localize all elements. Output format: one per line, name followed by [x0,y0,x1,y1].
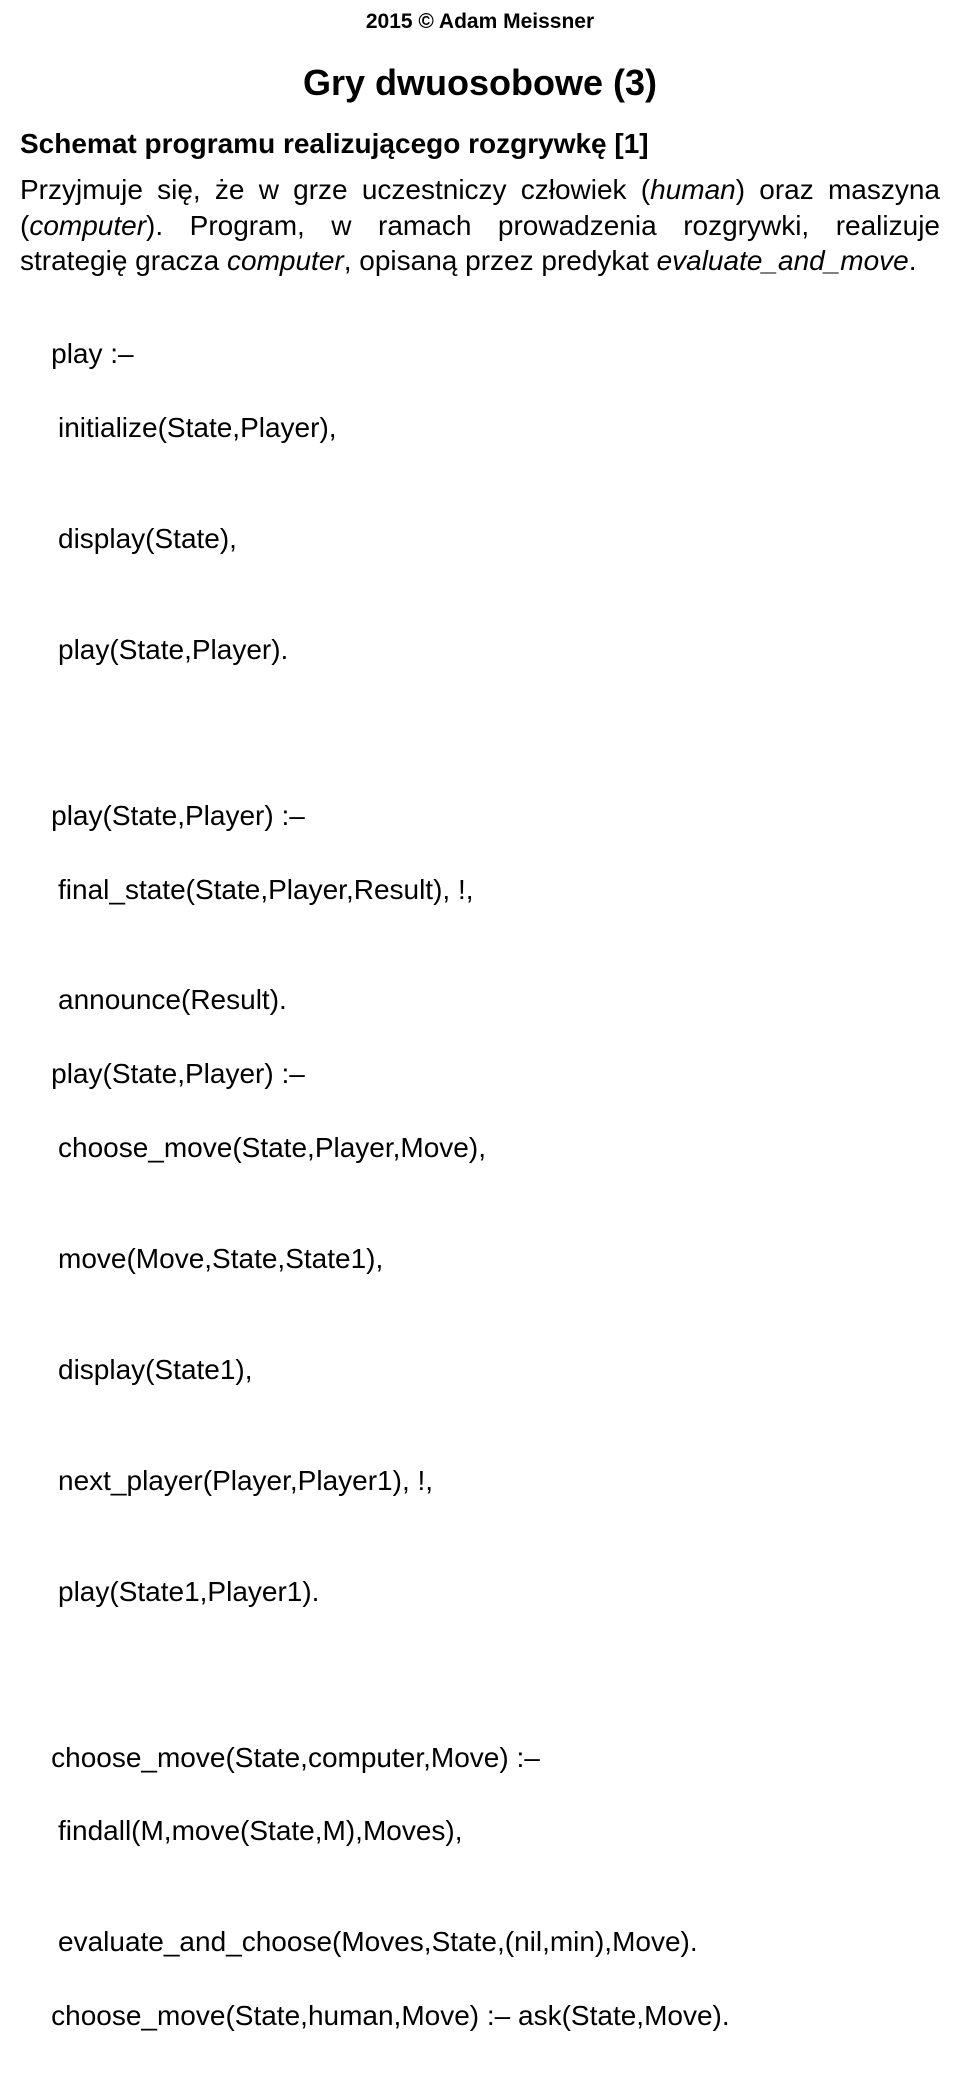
para-italic: computer [29,210,146,241]
code-line: evaluate_and_choose(Moves,State,(nil,min… [20,1924,940,1961]
code-line: play :– [51,338,134,369]
code-line: findall(M,move(State,M),Moves), [20,1813,940,1850]
para-italic: computer [227,245,344,276]
code-line: choose_move(State,Player,Move), [20,1130,940,1167]
code-line: play(State1,Player1). [20,1574,940,1611]
code-line: play(State,Player) :– [51,800,305,831]
code-line: announce(Result). [20,982,940,1019]
code-line: choose_move(State,human,Move) :– ask(Sta… [51,2000,730,2031]
code-block-3: choose_move(State,computer,Move) :– find… [20,1703,940,2073]
code-line: move(Move,State,State1), [20,1241,940,1278]
code-line: final_state(State,Player,Result), !, [20,872,940,909]
page-title: Gry dwuosobowe (3) [20,62,940,104]
section-subtitle: Schemat programu realizującego rozgrywkę… [20,126,940,162]
code-block-2: play(State,Player) :– final_state(State,… [20,761,940,1685]
document-page: 2015 © Adam Meissner Gry dwuosobowe (3) … [0,0,960,2100]
para-italic: evaluate_and_move [657,245,909,276]
code-line: play(State,Player) :– [51,1058,305,1089]
para-italic: human [650,174,736,205]
code-block-1: play :– initialize(State,Player), displa… [20,299,940,742]
copyright-line: 2015 © Adam Meissner [20,10,940,34]
para-text: , opisaną przez predykat [344,245,657,276]
code-line: display(State), [20,521,940,558]
para-text: Przyjmuje się, że w grze uczestniczy czł… [20,174,650,205]
code-line: play(State,Player). [20,632,940,669]
code-line: initialize(State,Player), [20,410,940,447]
code-line: display(State1), [20,1352,940,1389]
intro-paragraph: Przyjmuje się, że w grze uczestniczy czł… [20,172,940,279]
para-text: . [909,245,917,276]
code-line: next_player(Player,Player1), !, [20,1463,940,1500]
code-line: choose_move(State,computer,Move) :– [51,1742,540,1773]
